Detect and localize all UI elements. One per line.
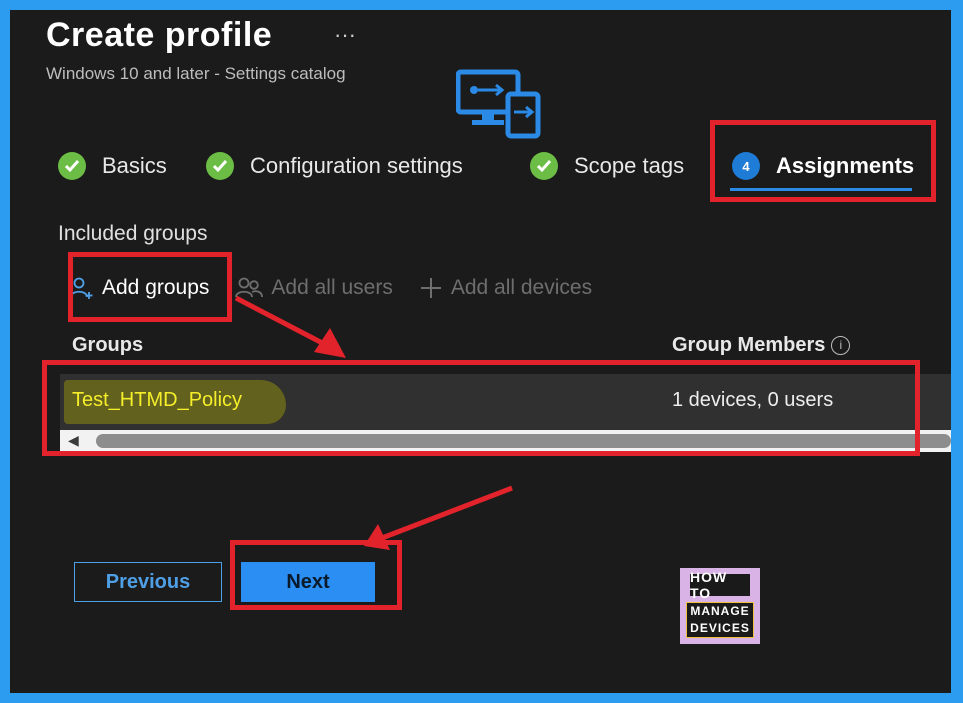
arrow-to-next: [381, 485, 513, 541]
arrow-to-group-row: [234, 295, 330, 349]
create-profile-panel: Create profile ··· Windows 10 and later …: [10, 10, 951, 693]
annotation-arrows: [234, 295, 513, 550]
